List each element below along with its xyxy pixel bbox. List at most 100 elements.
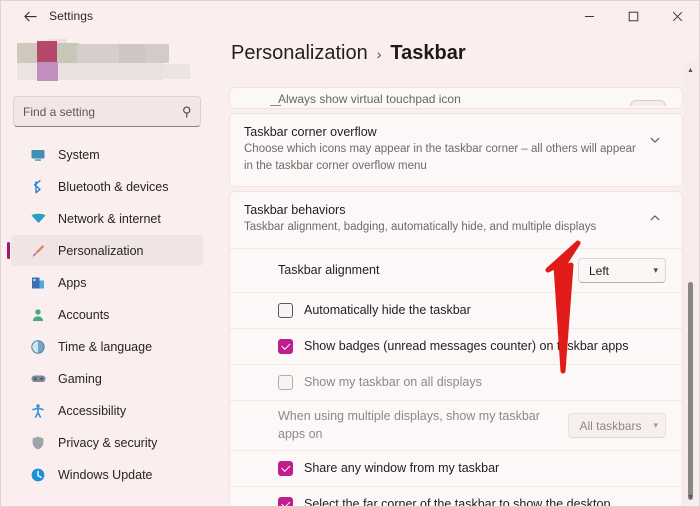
- minimize-icon[interactable]: [567, 1, 611, 31]
- checkbox[interactable]: [278, 461, 293, 477]
- sidebar-item-privacy-security[interactable]: Privacy & security: [11, 427, 203, 458]
- sidebar-item-time-language[interactable]: Time & language: [11, 331, 203, 362]
- sidebar-item-label: Accessibility: [58, 403, 127, 418]
- chevron-down-icon[interactable]: [644, 129, 666, 151]
- redaction-block: [37, 62, 58, 81]
- multiple-displays-dropdown-wrap: All taskbars ▾: [558, 413, 666, 439]
- section-title: Taskbar behaviors: [244, 203, 346, 218]
- chevron-down-icon: ▾: [653, 265, 658, 276]
- redaction-block: [145, 44, 169, 63]
- search-input[interactable]: [23, 104, 178, 119]
- wifi-icon: [29, 210, 47, 228]
- checkbox[interactable]: [278, 497, 293, 506]
- setting-row-automatically-hide-taskbar[interactable]: Automatically hide the taskbar: [230, 292, 682, 328]
- section-title: Taskbar corner overflow: [244, 125, 377, 139]
- shield-icon: [29, 434, 47, 452]
- settings-window: Settings Find a setting ⚲ System Bluetoo…: [0, 0, 700, 507]
- sidebar-item-windows-update[interactable]: Windows Update: [11, 459, 203, 490]
- taskbar-behaviors-card: Taskbar behaviors Taskbar alignment, bad…: [229, 191, 683, 506]
- person-icon: [29, 306, 47, 324]
- setting-row-label: Automatically hide the taskbar: [304, 302, 471, 317]
- sidebar-item-network-internet[interactable]: Network & internet: [11, 203, 203, 234]
- chevron-down-icon: ▾: [653, 420, 658, 431]
- gamepad-icon: [29, 370, 47, 388]
- window-body: ⚲ System Bluetooth & devices: [1, 31, 699, 506]
- redaction-block: [58, 63, 163, 80]
- sidebar-item-system[interactable]: System: [11, 139, 203, 170]
- scroll-up-arrow-icon[interactable]: ▲: [683, 62, 698, 78]
- setting-row-always-show-virtual-touchpad[interactable]: Always show virtual touchpad icon: [230, 88, 682, 108]
- sidebar-item-accessibility[interactable]: Accessibility: [11, 395, 203, 426]
- sidebar-item-label: Network & internet: [58, 211, 161, 226]
- search-icon: ⚲: [182, 103, 192, 119]
- minus-icon: [270, 104, 281, 106]
- vertical-scrollbar[interactable]: ▲ ▼: [683, 62, 698, 505]
- sidebar: ⚲ System Bluetooth & devices: [1, 31, 213, 506]
- scroll-down-arrow-icon[interactable]: ▼: [683, 489, 698, 505]
- sidebar-item-label: Windows Update: [58, 467, 153, 482]
- sidebar-item-label: Time & language: [58, 339, 153, 354]
- checkbox[interactable]: [278, 303, 293, 319]
- page-title: Taskbar: [390, 42, 466, 64]
- sidebar-item-label: Personalization: [58, 243, 144, 258]
- sidebar-item-gaming[interactable]: Gaming: [11, 363, 203, 394]
- sidebar-item-bluetooth-devices[interactable]: Bluetooth & devices: [11, 171, 203, 202]
- toggle-switch[interactable]: [630, 100, 666, 106]
- maximize-icon[interactable]: [611, 1, 655, 31]
- redaction-block: [17, 63, 37, 80]
- redaction-block: [57, 43, 79, 63]
- taskbar-corner-overflow-card: Taskbar corner overflow Choose which ico…: [229, 113, 683, 188]
- chevron-right-icon: ›: [376, 46, 382, 62]
- paintbrush-icon: [29, 242, 47, 260]
- section-header-corner-overflow[interactable]: Taskbar corner overflow Choose which ico…: [230, 114, 682, 186]
- sidebar-item-apps[interactable]: Apps: [11, 267, 203, 298]
- section-subtitle: Choose which icons may appear in the tas…: [244, 143, 636, 172]
- multiple-displays-dropdown: All taskbars ▾: [568, 413, 666, 439]
- setting-row-label: Share any window from my taskbar: [304, 460, 500, 475]
- setting-row-select-far-corner[interactable]: Select the far corner of the taskbar to …: [230, 486, 682, 506]
- dropdown-value: All taskbars: [579, 418, 642, 433]
- main-pane: Personalization › Taskbar Always show vi…: [213, 31, 699, 506]
- redaction-block: [119, 44, 145, 63]
- setting-row-label: Show badges (unread messages counter) on…: [304, 338, 629, 353]
- checkbox: [278, 375, 293, 391]
- account-card-redacted[interactable]: [15, 39, 199, 85]
- sidebar-item-label: Bluetooth & devices: [58, 179, 169, 194]
- breadcrumb-parent[interactable]: Personalization: [231, 42, 368, 65]
- setting-row-label: When using multiple displays, show my ta…: [278, 409, 540, 441]
- search-box[interactable]: ⚲: [13, 96, 201, 127]
- monitor-icon: [29, 146, 47, 164]
- scrollbar-track[interactable]: [683, 78, 698, 500]
- sidebar-item-personalization[interactable]: Personalization: [7, 235, 203, 266]
- setting-row-multiple-displays-apps: When using multiple displays, show my ta…: [230, 400, 682, 450]
- sidebar-item-label: Apps: [58, 275, 87, 290]
- setting-row-label: Taskbar alignment: [278, 262, 380, 277]
- setting-row-show-taskbar-all-displays: Show my taskbar on all displays: [230, 364, 682, 400]
- dropdown-value: Left: [589, 263, 610, 278]
- setting-row-share-any-window[interactable]: Share any window from my taskbar: [230, 450, 682, 486]
- scrollbar-thumb[interactable]: [688, 282, 693, 500]
- setting-row-show-badges[interactable]: Show badges (unread messages counter) on…: [230, 328, 682, 364]
- window-title: Settings: [49, 9, 94, 23]
- chevron-up-icon[interactable]: [644, 207, 666, 229]
- redaction-block: [163, 64, 190, 79]
- settings-scroll-viewport[interactable]: Always show virtual touchpad icon Taskba…: [229, 87, 683, 506]
- accessibility-icon: [29, 402, 47, 420]
- taskbar-alignment-dropdown-wrap: Left ▾: [568, 258, 666, 284]
- globe-clock-icon: [29, 338, 47, 356]
- setting-row-label: Show my taskbar on all displays: [304, 374, 482, 389]
- redaction-block: [77, 44, 119, 63]
- sidebar-item-accounts[interactable]: Accounts: [11, 299, 203, 330]
- taskbar-alignment-dropdown[interactable]: Left ▾: [578, 258, 666, 284]
- sidebar-item-label: Accounts: [58, 307, 110, 322]
- bluetooth-icon: [29, 178, 47, 196]
- back-arrow-icon[interactable]: [15, 1, 45, 31]
- sidebar-item-label: System: [58, 147, 100, 162]
- close-icon[interactable]: [655, 1, 699, 31]
- section-header-taskbar-behaviors[interactable]: Taskbar behaviors Taskbar alignment, bad…: [230, 192, 682, 248]
- sidebar-nav: System Bluetooth & devices Network & int…: [1, 139, 213, 490]
- setting-row-label: Always show virtual touchpad icon: [278, 92, 461, 106]
- checkbox[interactable]: [278, 339, 293, 355]
- apps-icon: [29, 274, 47, 292]
- setting-row-taskbar-alignment[interactable]: Taskbar alignment Left ▾: [230, 248, 682, 292]
